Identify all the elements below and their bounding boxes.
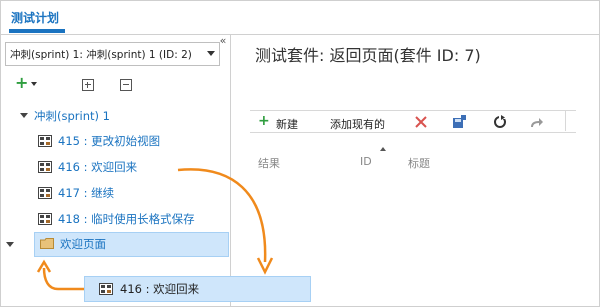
pane-divider[interactable]	[230, 35, 231, 306]
test-suite-icon	[38, 187, 52, 199]
chevron-down-icon	[31, 82, 37, 86]
tree-item-label: 417 : 继续	[58, 186, 115, 200]
column-header-result[interactable]: 结果	[258, 155, 280, 171]
expand-toggle-icon[interactable]	[20, 113, 28, 118]
tree-item[interactable]: 415 : 更改初始视图	[38, 131, 223, 151]
drag-preview-label: 416 : 欢迎回来	[120, 282, 200, 296]
column-header-title[interactable]: 标题	[408, 155, 430, 171]
expand-toggle-icon[interactable]	[6, 242, 14, 247]
tab-test-plan[interactable]: 测试计划	[11, 9, 59, 26]
toolbar-top-divider	[250, 110, 576, 111]
test-suite-icon	[38, 135, 52, 147]
tree-item-label: 416 : 欢迎回来	[58, 160, 138, 174]
add-existing-button[interactable]: 添加现有的	[330, 116, 385, 132]
test-plan-selected-value: 冲刺(sprint) 1: 冲刺(sprint) 1 (ID: 2)	[10, 49, 192, 61]
new-suite-button[interactable]: +	[15, 73, 41, 92]
tree-item-label: 418 : 临时使用长格式保存	[58, 212, 195, 226]
chevron-down-icon	[207, 51, 215, 56]
expand-all-button[interactable]	[82, 79, 94, 93]
test-suite-icon	[38, 213, 52, 225]
expand-all-icon	[82, 79, 94, 91]
folder-icon	[40, 238, 54, 249]
tree-item[interactable]: 416 : 欢迎回来	[38, 157, 223, 177]
sort-ascending-icon	[380, 147, 386, 151]
test-suite-icon	[38, 161, 52, 173]
column-header-id[interactable]: ID	[360, 155, 372, 168]
toolbar-bottom-divider	[250, 132, 576, 133]
forward-arrow-icon[interactable]	[530, 116, 544, 128]
plus-icon: +	[15, 73, 29, 92]
top-bar: 测试计划	[1, 1, 599, 35]
toolbar-separator	[565, 111, 566, 131]
page-title: 测试套件: 返回页面(套件 ID: 7)	[255, 46, 481, 65]
collapse-all-button[interactable]	[120, 79, 132, 93]
test-suite-icon	[99, 283, 113, 295]
tree-root-sprint[interactable]: 冲刺(sprint) 1	[34, 106, 110, 126]
delete-icon[interactable]	[415, 116, 427, 128]
tab-active-indicator	[9, 29, 65, 33]
new-test-case-button[interactable]: + 新建	[258, 113, 308, 131]
test-plan-dropdown[interactable]: 冲刺(sprint) 1: 冲刺(sprint) 1 (ID: 2)	[5, 42, 220, 66]
tree-item[interactable]: 418 : 临时使用长格式保存	[38, 209, 223, 229]
plus-icon: +	[258, 113, 270, 129]
save-icon[interactable]	[452, 115, 466, 129]
refresh-icon[interactable]	[493, 115, 507, 129]
tree-item[interactable]: 417 : 继续	[38, 183, 223, 203]
tree-item-label: 欢迎页面	[60, 237, 106, 251]
tree-item-label: 415 : 更改初始视图	[58, 134, 161, 148]
collapse-all-icon	[120, 79, 132, 91]
new-button-label: 新建	[276, 118, 298, 131]
